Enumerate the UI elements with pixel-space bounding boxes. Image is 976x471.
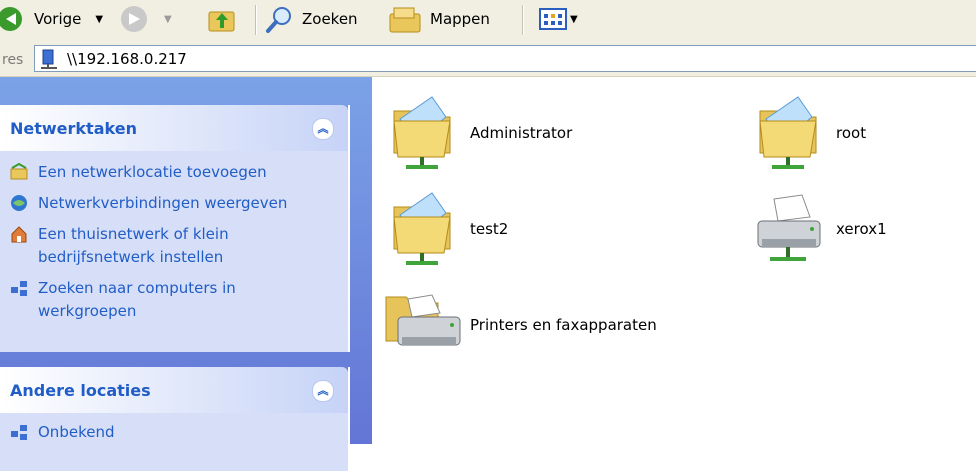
up-folder-button[interactable] (206, 4, 238, 34)
folders-icon (389, 7, 421, 33)
network-computer-icon (41, 49, 57, 69)
task-pane: Netwerktaken ︽ Een netwerklocatie toevoe… (0, 77, 372, 471)
file-view: Administrator root test2 xerox1 Printers… (372, 77, 976, 444)
shared-folder-icon (393, 96, 451, 169)
forward-dropdown-icon[interactable]: ▼ (164, 14, 172, 25)
back-dropdown-icon[interactable]: ▼ (95, 14, 103, 25)
back-arrow-icon (0, 7, 22, 31)
address-bar: res \\192.168.0.217 (0, 40, 976, 77)
task-add-network-place[interactable]: Een netwerklocatie toevoegen (10, 161, 340, 184)
address-label: res (2, 52, 24, 68)
shared-folder-icon (759, 96, 817, 169)
views-button[interactable]: ▼ (536, 4, 578, 34)
panel-title: Netwerktaken (10, 119, 137, 138)
task-view-network-connections[interactable]: Netwerkverbindingen weergeven (10, 192, 340, 215)
home-network-icon (11, 226, 27, 243)
task-setup-home-network[interactable]: Een thuisnetwerk of klein bedrijfsnetwer… (10, 223, 340, 269)
toolbar-separator (255, 5, 257, 35)
back-button[interactable]: Vorige ▼ (0, 4, 103, 34)
other-places-list: Onbekend (0, 413, 348, 471)
network-connections-icon (11, 195, 27, 211)
up-folder-icon (208, 11, 235, 32)
views-dropdown-icon[interactable]: ▼ (570, 14, 578, 25)
address-value: \\192.168.0.217 (67, 49, 187, 68)
toolbar: Vorige ▼ ▼ Zoeken Mappen ▼ (0, 0, 976, 41)
file-item-test2[interactable]: test2 (386, 187, 508, 271)
collapse-icon[interactable]: ︽ (312, 118, 334, 140)
forward-button[interactable]: ▼ (118, 4, 172, 34)
search-button[interactable]: Zoeken (264, 4, 358, 34)
network-tasks-list: Een netwerklocatie toevoegen Netwerkverb… (0, 151, 348, 352)
folders-button[interactable]: Mappen (388, 4, 490, 34)
toolbar-separator (522, 5, 524, 35)
other-places-panel: Andere locaties ︽ Onbekend (0, 367, 350, 471)
search-icon (266, 7, 291, 33)
workgroup-computers-icon (11, 281, 27, 296)
network-tasks-header[interactable]: Netwerktaken ︽ (0, 105, 348, 151)
file-item-administrator[interactable]: Administrator (386, 91, 572, 175)
place-unknown[interactable]: Onbekend (10, 421, 340, 444)
file-item-printers-and-faxes[interactable]: Printers en faxapparaten (382, 283, 657, 367)
shared-printer-icon (757, 194, 821, 261)
add-network-place-icon (10, 163, 28, 180)
task-search-workgroup-computers[interactable]: Zoeken naar computers in werkgroepen (10, 277, 340, 323)
other-places-header[interactable]: Andere locaties ︽ (0, 367, 348, 413)
workgroup-icon (11, 425, 27, 440)
shared-folder-icon (393, 192, 451, 265)
collapse-icon[interactable]: ︽ (312, 380, 334, 402)
file-item-root[interactable]: root (752, 91, 866, 175)
forward-arrow-icon (121, 6, 147, 32)
network-tasks-panel: Netwerktaken ︽ Een netwerklocatie toevoe… (0, 105, 350, 352)
panel-title: Andere locaties (10, 381, 151, 400)
views-icon (539, 8, 567, 30)
file-item-xerox1[interactable]: xerox1 (752, 187, 887, 271)
address-input[interactable]: \\192.168.0.217 (34, 45, 976, 72)
printers-folder-icon (385, 294, 461, 346)
